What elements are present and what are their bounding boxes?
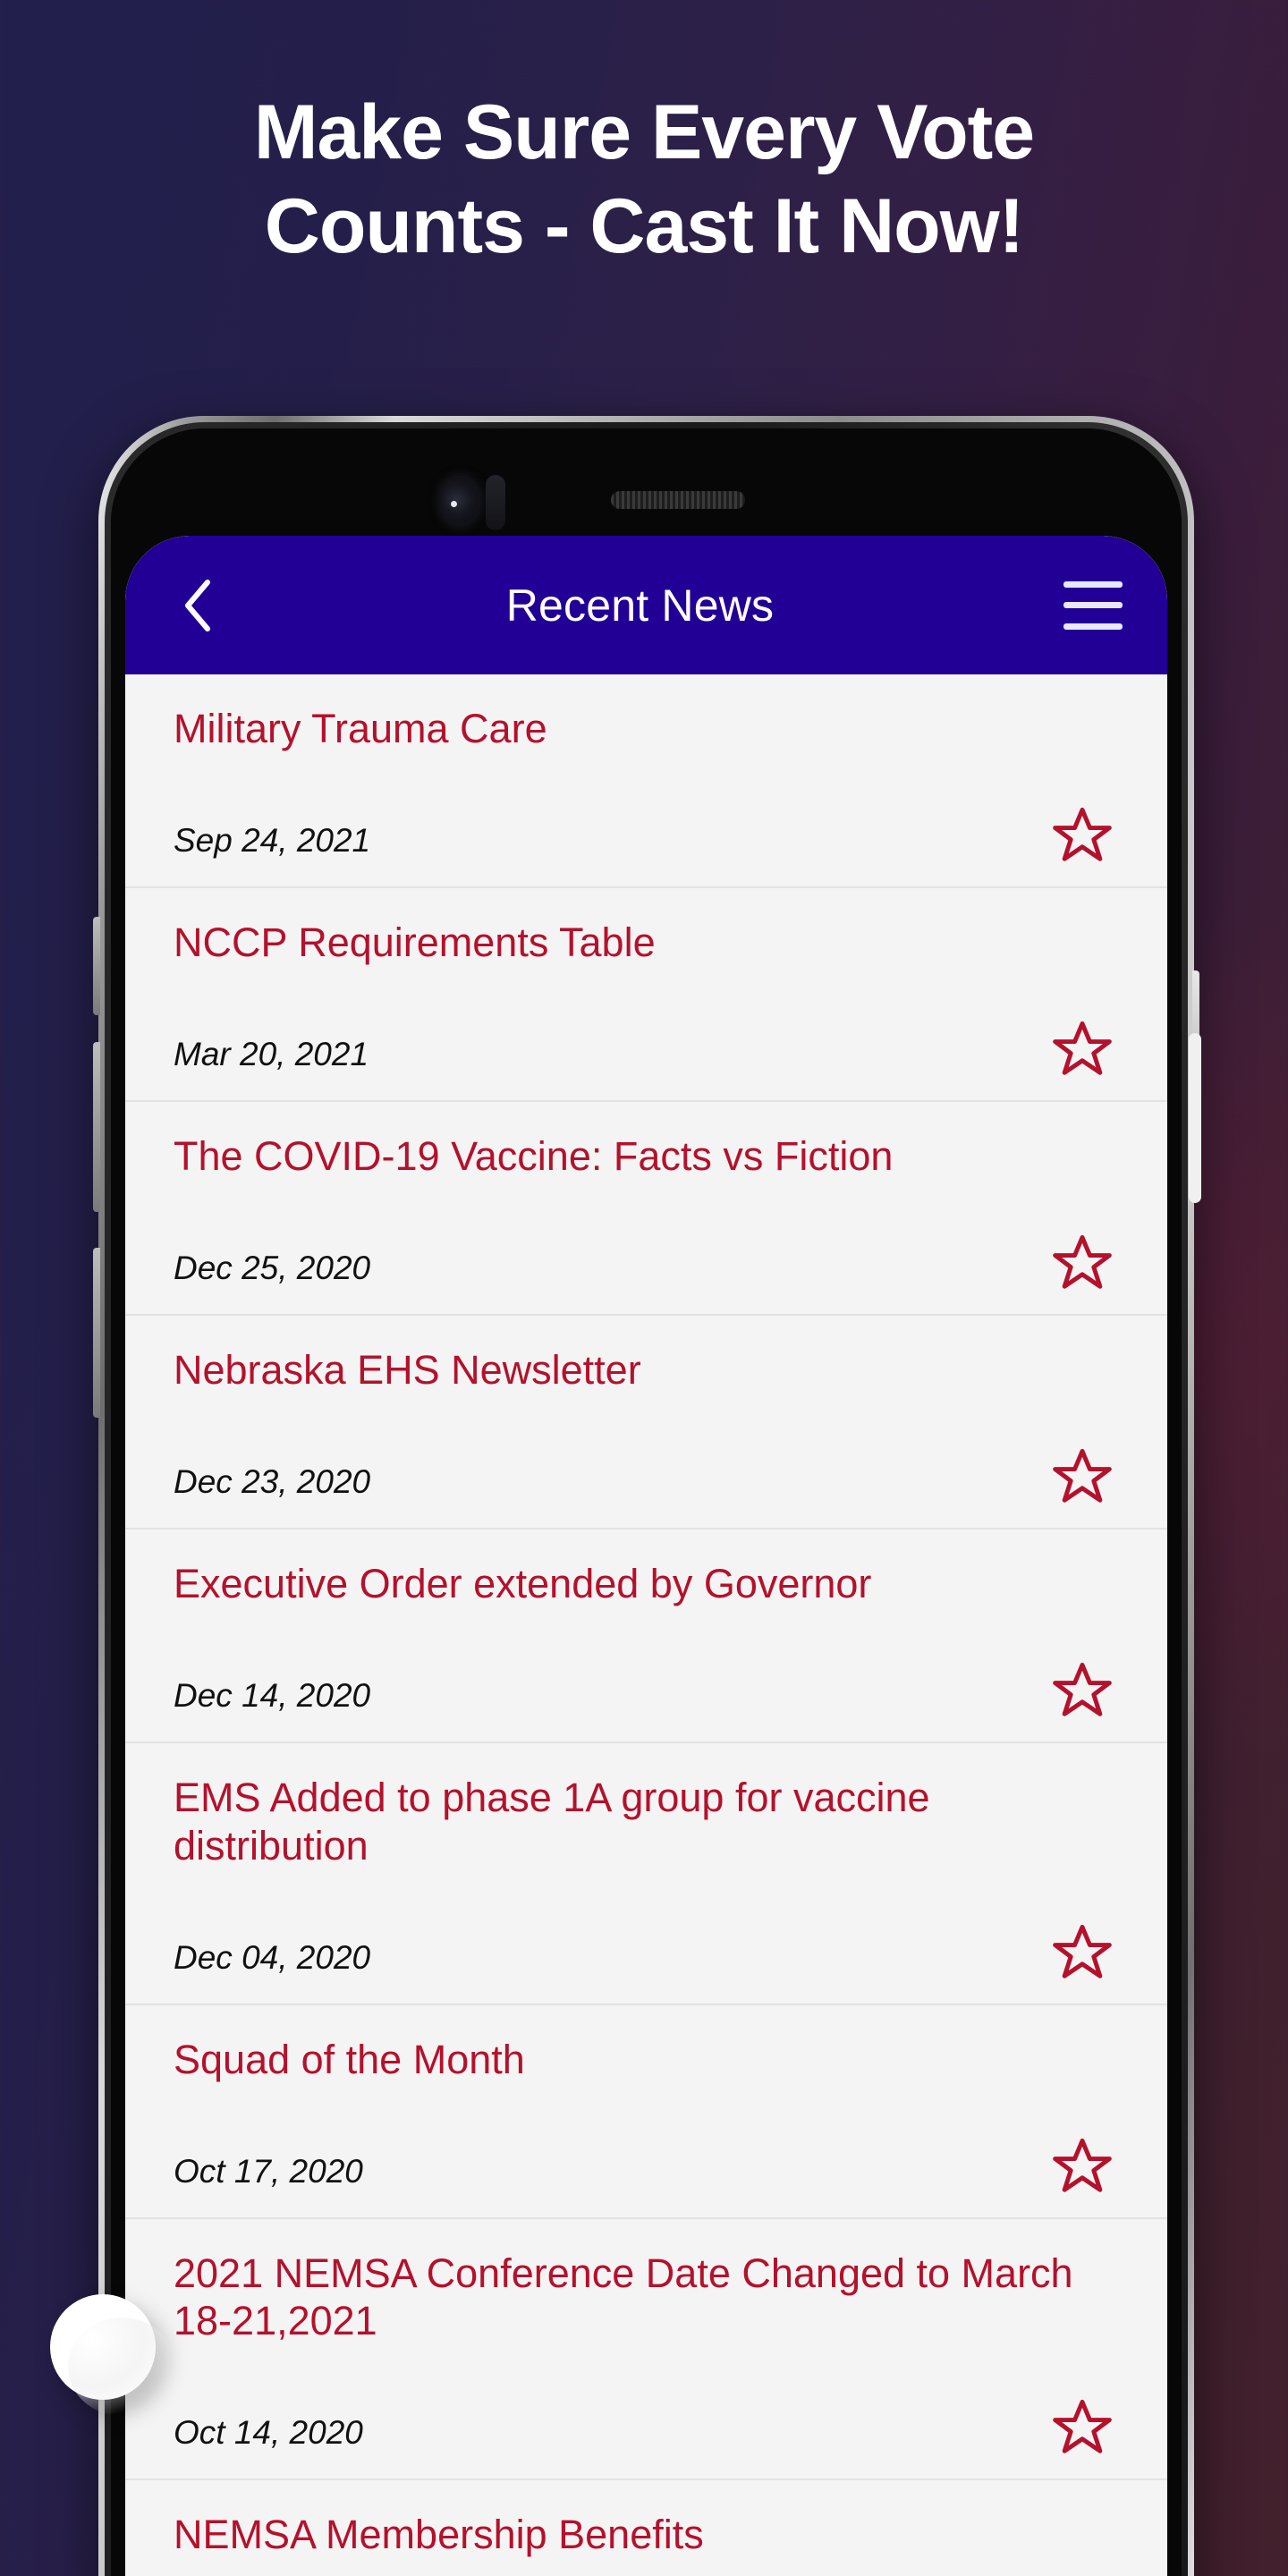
star-outline-icon[interactable]: [1051, 1445, 1114, 1508]
scroll-indicator[interactable]: [1189, 1033, 1201, 1203]
news-list-item[interactable]: 2021 NEMSA Conference Date Changed to Ma…: [125, 2219, 1167, 2480]
news-item-date: Oct 14, 2020: [174, 2413, 363, 2451]
hamburger-menu-icon[interactable]: [1063, 580, 1123, 630]
news-list-item[interactable]: NEMSA Membership Benefits Sep 02, 2020: [125, 2480, 1167, 2576]
star-outline-icon[interactable]: [1051, 2396, 1114, 2459]
news-item-date: Sep 24, 2021: [174, 822, 371, 860]
news-list-item[interactable]: Nebraska EHS Newsletter Dec 23, 2020: [125, 1316, 1167, 1530]
news-list-item[interactable]: NCCP Requirements Table Mar 20, 2021: [125, 888, 1167, 1103]
news-item-title: NCCP Requirements Table: [174, 919, 656, 966]
news-item-date: Dec 04, 2020: [174, 1938, 371, 1976]
news-item-title: Military Trauma Care: [174, 706, 547, 751]
news-item-date: Dec 23, 2020: [174, 1463, 371, 1501]
news-item-meta: Sep 24, 2021: [174, 804, 1119, 861]
phone-mockup: Recent News Military Trauma Care Sep 24,…: [93, 416, 1201, 2576]
star-outline-icon[interactable]: [1051, 2135, 1114, 2198]
news-item-meta: Mar 20, 2021: [174, 1018, 1119, 1075]
news-item-title: 2021 NEMSA Conference Date Changed to Ma…: [174, 2250, 1073, 2343]
menu-bar-1: [1063, 580, 1123, 588]
phone-body: Recent News Military Trauma Care Sep 24,…: [111, 428, 1182, 2576]
news-item-title: Nebraska EHS Newsletter: [174, 1347, 641, 1394]
phone-top-bezel: [111, 428, 1182, 536]
news-list-item[interactable]: Executive Order extended by Governor Dec…: [125, 1530, 1167, 1744]
news-list-item[interactable]: Squad of the Month Oct 17, 2020: [125, 2005, 1167, 2219]
news-item-meta: Dec 04, 2020: [174, 1921, 1119, 1979]
news-item-title: NEMSA Membership Benefits: [174, 2511, 704, 2557]
star-outline-icon[interactable]: [1051, 1232, 1114, 1294]
decorative-corner-curl: [50, 2294, 175, 2416]
phone-side-button-mute: [93, 917, 100, 1015]
star-outline-icon[interactable]: [1051, 1659, 1114, 1722]
news-list-item[interactable]: Military Trauma Care Sep 24, 2021: [125, 674, 1167, 889]
news-item-meta: Dec 14, 2020: [174, 1659, 1119, 1717]
news-item-title: The COVID-19 Vaccine: Facts vs Fiction: [174, 1133, 894, 1180]
headline-line-1: Make Sure Every Vote: [253, 89, 1035, 175]
news-item-meta: Oct 14, 2020: [174, 2396, 1119, 2453]
earpiece-speaker-icon: [610, 491, 745, 509]
news-item-title: EMS Added to phase 1A group for vaccine …: [174, 1775, 930, 1868]
menu-bar-2: [1063, 602, 1123, 608]
camera-lens-icon: [440, 478, 479, 524]
promo-headline: Make Sure Every Vote Counts - Cast It No…: [0, 86, 1288, 274]
phone-side-button-volume-up: [93, 1042, 100, 1212]
news-item-title: Squad of the Month: [174, 2036, 525, 2082]
news-item-date: Oct 17, 2020: [174, 2152, 363, 2190]
phone-screen: Recent News Military Trauma Care Sep 24,…: [125, 536, 1167, 2576]
chevron-left-icon: [180, 578, 216, 633]
app-bar-title: Recent News: [505, 580, 775, 631]
news-item-meta: Dec 25, 2020: [174, 1232, 1119, 1290]
menu-bar-3: [1063, 623, 1123, 630]
news-item-date: Dec 25, 2020: [174, 1250, 371, 1287]
star-outline-icon[interactable]: [1051, 804, 1114, 867]
star-outline-icon[interactable]: [1051, 1921, 1114, 1984]
news-item-meta: Oct 17, 2020: [174, 2135, 1119, 2192]
news-item-date: Dec 14, 2020: [174, 1677, 371, 1715]
news-list-item[interactable]: EMS Added to phase 1A group for vaccine …: [125, 1743, 1167, 2005]
star-outline-icon[interactable]: [1051, 1018, 1114, 1080]
phone-side-button-volume-down: [93, 1248, 100, 1418]
app-bar: Recent News: [125, 536, 1167, 674]
news-item-date: Mar 20, 2021: [174, 1036, 369, 1073]
headline-line-2: Counts - Cast It Now!: [264, 182, 1025, 269]
news-list-item[interactable]: The COVID-19 Vaccine: Facts vs Fiction D…: [125, 1102, 1167, 1317]
news-list: Military Trauma Care Sep 24, 2021 NCCP R…: [125, 674, 1167, 2576]
news-item-meta: Dec 23, 2020: [174, 1445, 1119, 1504]
proximity-sensor-icon: [485, 475, 505, 530]
news-item-title: Executive Order extended by Governor: [174, 1561, 872, 1607]
